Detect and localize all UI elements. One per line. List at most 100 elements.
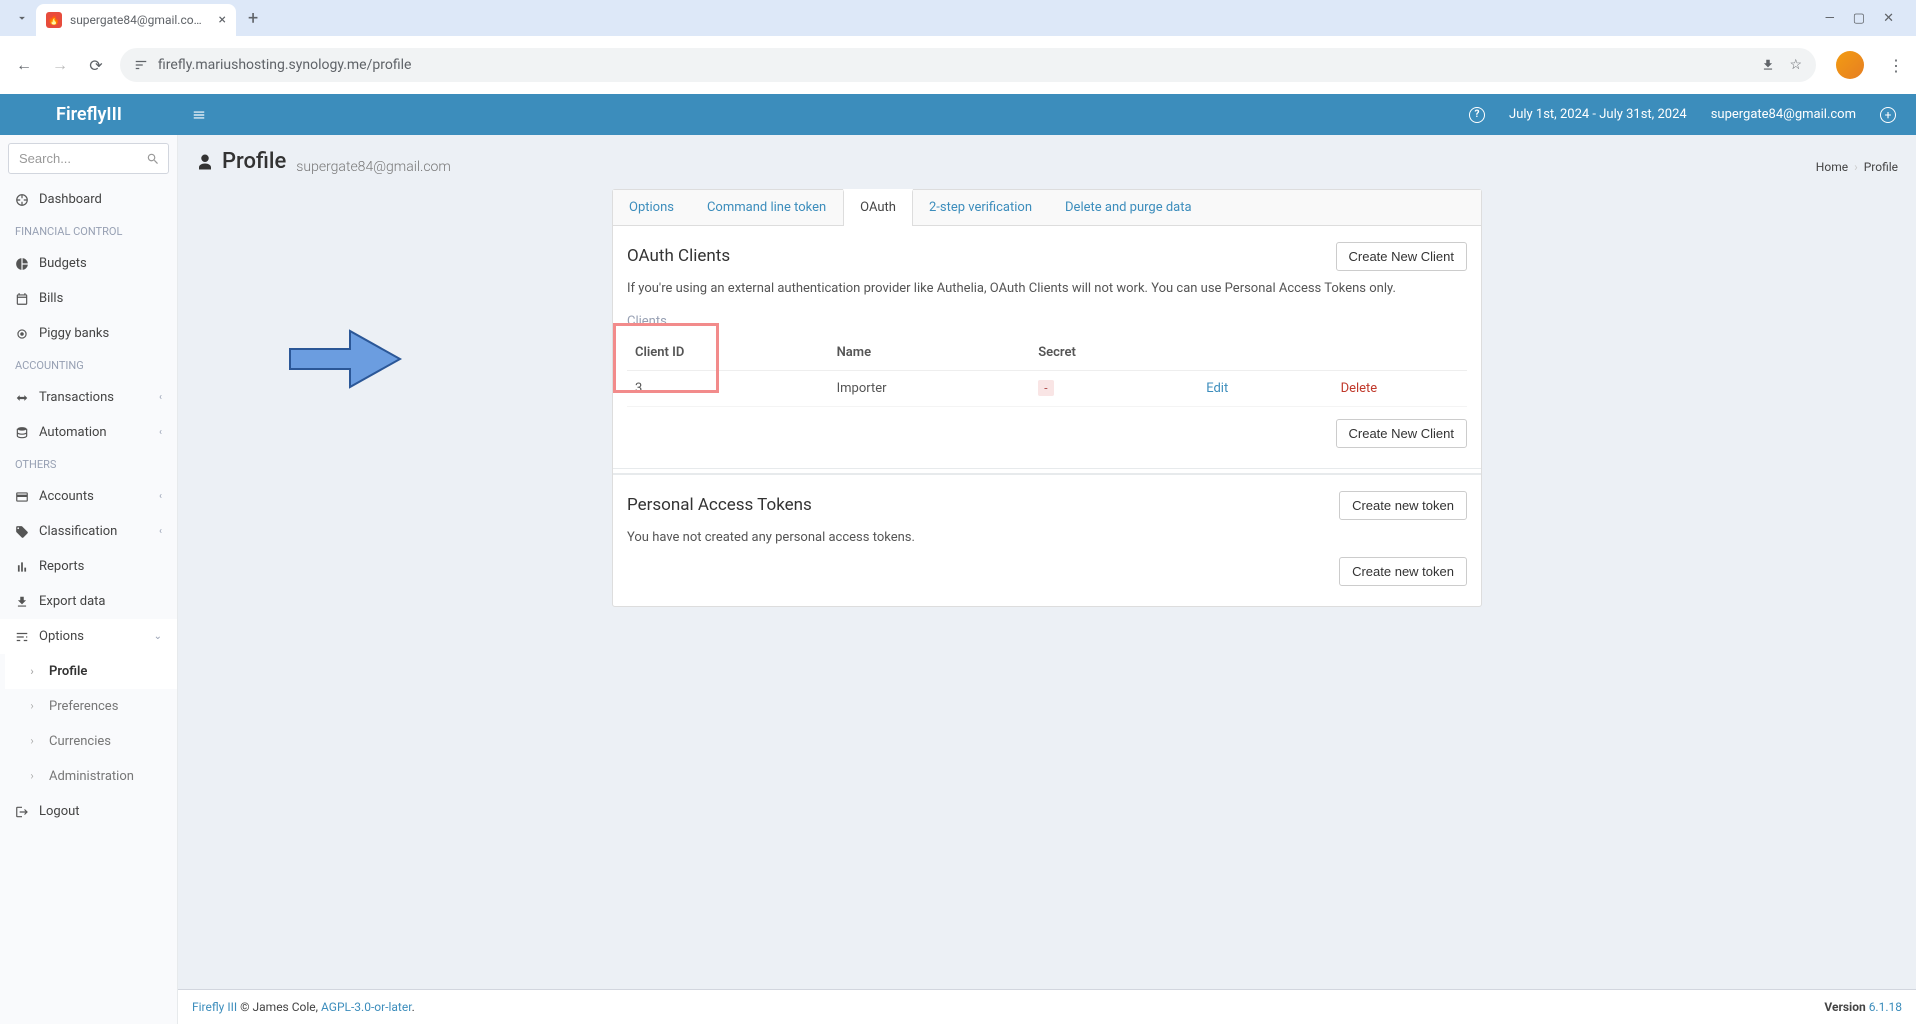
exchange-icon xyxy=(15,390,29,405)
pie-icon xyxy=(15,256,29,271)
sidebar-item-budgets[interactable]: Budgets xyxy=(0,246,177,281)
maximize-icon[interactable]: ▢ xyxy=(1853,11,1865,26)
sidebar-item-label: Administration xyxy=(49,769,134,784)
sidebar-item-label: Dashboard xyxy=(39,192,102,207)
sidebar-item-options[interactable]: Options ⌄ xyxy=(0,619,177,654)
sidebar-item-export[interactable]: Export data xyxy=(0,584,177,619)
sidebar-subitem-profile[interactable]: › Profile xyxy=(5,654,177,689)
tags-icon xyxy=(15,524,29,539)
oauth-clients-card: OAuth Clients Create New Client If you'r… xyxy=(613,226,1481,469)
logout-icon xyxy=(15,804,29,819)
sidebar-item-reports[interactable]: Reports xyxy=(0,549,177,584)
sidebar-item-classification[interactable]: Classification ‹ xyxy=(0,514,177,549)
tokens-title: Personal Access Tokens xyxy=(627,495,812,515)
new-tab-button[interactable]: + xyxy=(248,8,258,29)
download-icon xyxy=(15,594,29,609)
tab-title: supergate84@gmail.com » Prof xyxy=(70,13,211,27)
create-token-button-bottom[interactable]: Create new token xyxy=(1339,557,1467,586)
sidebar-item-label: Export data xyxy=(39,594,105,609)
breadcrumb-home[interactable]: Home xyxy=(1816,160,1848,174)
tab-twofa[interactable]: 2-step verification xyxy=(913,190,1049,225)
sidebar-item-label: Transactions xyxy=(39,390,114,405)
browser-menu-icon[interactable]: ⋮ xyxy=(1888,56,1904,75)
sidebar-item-label: Logout xyxy=(39,804,80,819)
cell-client-id: 3 xyxy=(627,370,829,406)
options-submenu: › Profile › Preferences › Currencies › A… xyxy=(0,654,177,794)
tab-dropdown-icon[interactable] xyxy=(12,8,32,28)
minimize-icon[interactable]: — xyxy=(1825,11,1835,26)
section-financial-control: FINANCIAL CONTROL xyxy=(0,217,177,246)
create-client-button[interactable]: Create New Client xyxy=(1336,242,1468,271)
footer-brand[interactable]: Firefly III xyxy=(192,1000,237,1014)
oauth-clients-title: OAuth Clients xyxy=(627,246,730,266)
tab-delete[interactable]: Delete and purge data xyxy=(1049,190,1209,225)
sidebar-subitem-preferences[interactable]: › Preferences xyxy=(5,689,177,724)
sidebar-subitem-currencies[interactable]: › Currencies xyxy=(5,724,177,759)
search-icon xyxy=(146,152,160,166)
date-range[interactable]: July 1st, 2024 - July 31st, 2024 xyxy=(1509,107,1687,122)
tab-close-icon[interactable]: × xyxy=(219,12,226,28)
breadcrumb: Home › Profile xyxy=(1816,160,1898,174)
reload-button[interactable]: ⟳ xyxy=(84,56,108,75)
sidebar: Dashboard FINANCIAL CONTROL Budgets Bill… xyxy=(0,135,178,1024)
search-button[interactable] xyxy=(137,143,169,174)
sidebar-item-automation[interactable]: Automation ‹ xyxy=(0,415,177,450)
section-others: OTHERS xyxy=(0,450,177,479)
table-header-row: Client ID Name Secret xyxy=(627,335,1467,371)
create-token-button[interactable]: Create new token xyxy=(1339,491,1467,520)
bullseye-icon xyxy=(15,326,29,341)
sidebar-subitem-administration[interactable]: › Administration xyxy=(5,759,177,794)
tab-options[interactable]: Options xyxy=(613,190,691,225)
window-controls: — ▢ ✕ xyxy=(1825,11,1908,26)
help-icon[interactable]: ? xyxy=(1469,107,1485,123)
chevron-left-icon: ‹ xyxy=(159,392,162,403)
delete-link[interactable]: Delete xyxy=(1341,381,1378,396)
arrow-annotation xyxy=(280,319,410,399)
footer-license[interactable]: AGPL-3.0-or-later xyxy=(321,1000,412,1014)
tab-cli[interactable]: Command line token xyxy=(691,190,843,225)
sidebar-toggle-icon[interactable] xyxy=(178,107,220,123)
footer: Firefly III © James Cole, AGPL-3.0-or-la… xyxy=(178,989,1916,1024)
chevron-right-icon: › xyxy=(26,770,38,783)
sliders-icon xyxy=(15,629,29,644)
dashboard-icon xyxy=(15,192,29,207)
breadcrumb-separator: › xyxy=(1854,160,1858,174)
sidebar-item-transactions[interactable]: Transactions ‹ xyxy=(0,380,177,415)
tab-oauth[interactable]: OAuth xyxy=(843,189,913,226)
sidebar-item-label: Preferences xyxy=(49,699,118,714)
sidebar-item-label: Reports xyxy=(39,559,84,574)
url-bar[interactable]: firefly.mariushosting.synology.me/profil… xyxy=(120,48,1816,82)
sidebar-item-logout[interactable]: Logout xyxy=(0,794,177,829)
browser-chrome: 🔥 supergate84@gmail.com » Prof × + — ▢ ✕… xyxy=(0,0,1916,94)
user-email[interactable]: supergate84@gmail.com xyxy=(1711,107,1856,122)
sidebar-item-label: Piggy banks xyxy=(39,326,109,341)
sidebar-item-accounts[interactable]: Accounts ‹ xyxy=(0,479,177,514)
chevron-left-icon: ‹ xyxy=(159,526,162,537)
database-icon xyxy=(15,425,29,440)
card-icon xyxy=(15,489,29,504)
forward-button[interactable]: → xyxy=(48,55,72,75)
close-window-icon[interactable]: ✕ xyxy=(1883,11,1894,26)
col-name: Name xyxy=(829,335,1031,371)
browser-tab[interactable]: 🔥 supergate84@gmail.com » Prof × xyxy=(36,4,236,36)
version-number[interactable]: 6.1.18 xyxy=(1869,1000,1902,1014)
install-app-icon[interactable] xyxy=(1761,57,1775,73)
create-client-button-bottom[interactable]: Create New Client xyxy=(1336,419,1468,448)
address-bar: ← → ⟳ firefly.mariushosting.synology.me/… xyxy=(0,36,1916,94)
edit-link[interactable]: Edit xyxy=(1206,381,1228,396)
header-right: ? July 1st, 2024 - July 31st, 2024 super… xyxy=(1469,107,1916,123)
bookmark-icon[interactable]: ☆ xyxy=(1789,57,1802,73)
back-button[interactable]: ← xyxy=(12,55,36,75)
sidebar-item-label: Accounts xyxy=(39,489,94,504)
sidebar-item-dashboard[interactable]: Dashboard xyxy=(0,182,177,217)
tab-content-oauth: OAuth Clients Create New Client If you'r… xyxy=(613,226,1481,606)
sidebar-item-piggy[interactable]: Piggy banks xyxy=(0,316,177,351)
content-body: Options Command line token OAuth 2-step … xyxy=(178,189,1916,990)
sidebar-item-bills[interactable]: Bills xyxy=(0,281,177,316)
footer-copyright: © James Cole, xyxy=(237,1000,321,1014)
site-settings-icon[interactable] xyxy=(134,58,148,73)
app-logo[interactable]: FireflyIII xyxy=(0,104,178,125)
tokens-empty-text: You have not created any personal access… xyxy=(627,530,1467,545)
profile-avatar[interactable] xyxy=(1836,51,1864,79)
add-icon[interactable]: + xyxy=(1880,107,1896,123)
